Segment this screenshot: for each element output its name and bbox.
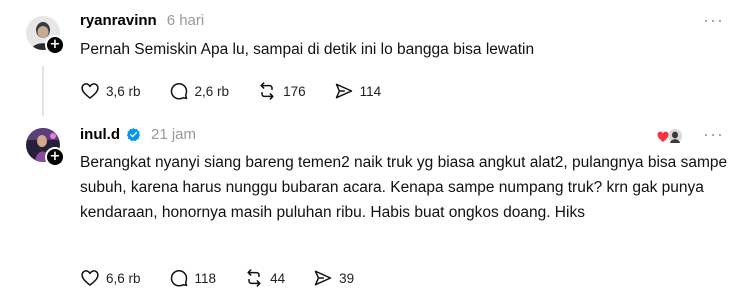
post-timestamp[interactable]: 21 jam bbox=[151, 126, 196, 143]
follow-plus-icon[interactable]: + bbox=[45, 147, 65, 167]
comment-icon bbox=[170, 270, 187, 287]
repost-count: 176 bbox=[283, 83, 306, 99]
repost-count: 44 bbox=[270, 270, 286, 286]
share-count: 39 bbox=[339, 270, 355, 286]
liked-by-indicator[interactable] bbox=[657, 127, 683, 145]
repost-icon bbox=[260, 82, 274, 100]
reply-button[interactable]: 118 bbox=[169, 268, 217, 288]
like-button[interactable]: 3,6 rb bbox=[80, 81, 141, 101]
username[interactable]: inul.d bbox=[80, 126, 120, 143]
username[interactable]: ryanravinn bbox=[80, 12, 157, 29]
reply-count: 118 bbox=[194, 270, 217, 286]
repost-icon bbox=[247, 269, 261, 287]
share-button[interactable]: 39 bbox=[313, 268, 354, 288]
heart-avatar-badge-icon bbox=[657, 128, 683, 144]
send-icon bbox=[335, 83, 352, 99]
more-options-icon[interactable]: ··· bbox=[703, 10, 724, 31]
share-button[interactable]: 114 bbox=[334, 81, 382, 101]
post-timestamp[interactable]: 6 hari bbox=[167, 12, 205, 29]
reply-button[interactable]: 2,6 rb bbox=[169, 81, 230, 101]
verified-badge-icon bbox=[126, 127, 141, 142]
share-count: 114 bbox=[359, 83, 382, 99]
reply-count: 2,6 rb bbox=[194, 83, 230, 99]
follow-plus-icon[interactable]: + bbox=[45, 35, 65, 55]
like-button[interactable]: 6,6 rb bbox=[80, 268, 141, 288]
send-icon bbox=[314, 270, 332, 286]
like-count: 3,6 rb bbox=[106, 83, 141, 99]
heart-icon bbox=[81, 270, 99, 286]
avatar[interactable]: + bbox=[26, 128, 65, 167]
post-text: Pernah Semiskin Apa lu, sampai di detik … bbox=[80, 41, 535, 58]
repost-button[interactable]: 176 bbox=[257, 81, 306, 101]
like-count: 6,6 rb bbox=[106, 270, 141, 286]
comment-icon bbox=[170, 83, 187, 100]
post-text: Berangkat nyanyi siang bareng temen2 nai… bbox=[80, 154, 728, 221]
avatar[interactable]: + bbox=[26, 16, 65, 55]
more-options-icon[interactable]: ··· bbox=[703, 124, 724, 145]
heart-icon bbox=[81, 83, 99, 99]
repost-button[interactable]: 44 bbox=[244, 268, 285, 288]
thread-connector-line bbox=[42, 66, 44, 116]
